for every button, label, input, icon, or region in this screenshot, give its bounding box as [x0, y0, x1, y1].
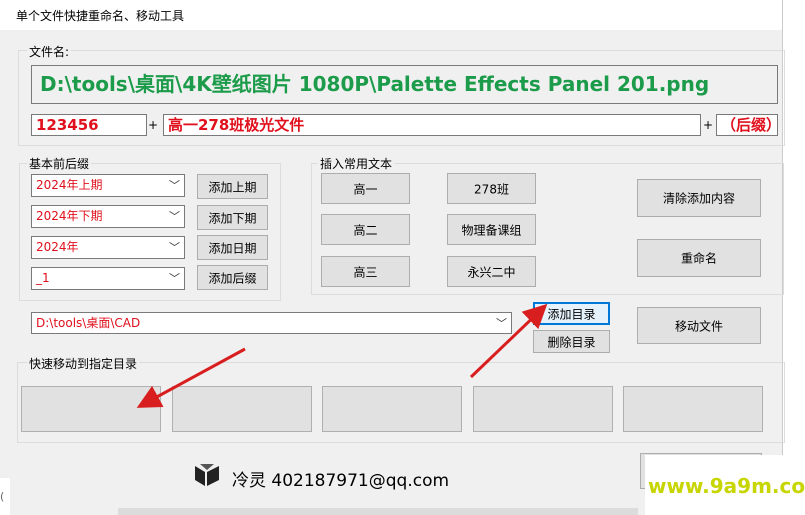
arrow-to-quick-slot [136, 347, 246, 408]
logo-icon [195, 464, 219, 486]
bottom-edge [118, 508, 638, 515]
site-watermark: www.9a9m.com [648, 474, 805, 498]
author-credit: 冷灵 402187971@qq.com [232, 471, 450, 491]
annotation-arrows [136, 303, 548, 408]
arrow-to-add-directory [469, 303, 548, 379]
